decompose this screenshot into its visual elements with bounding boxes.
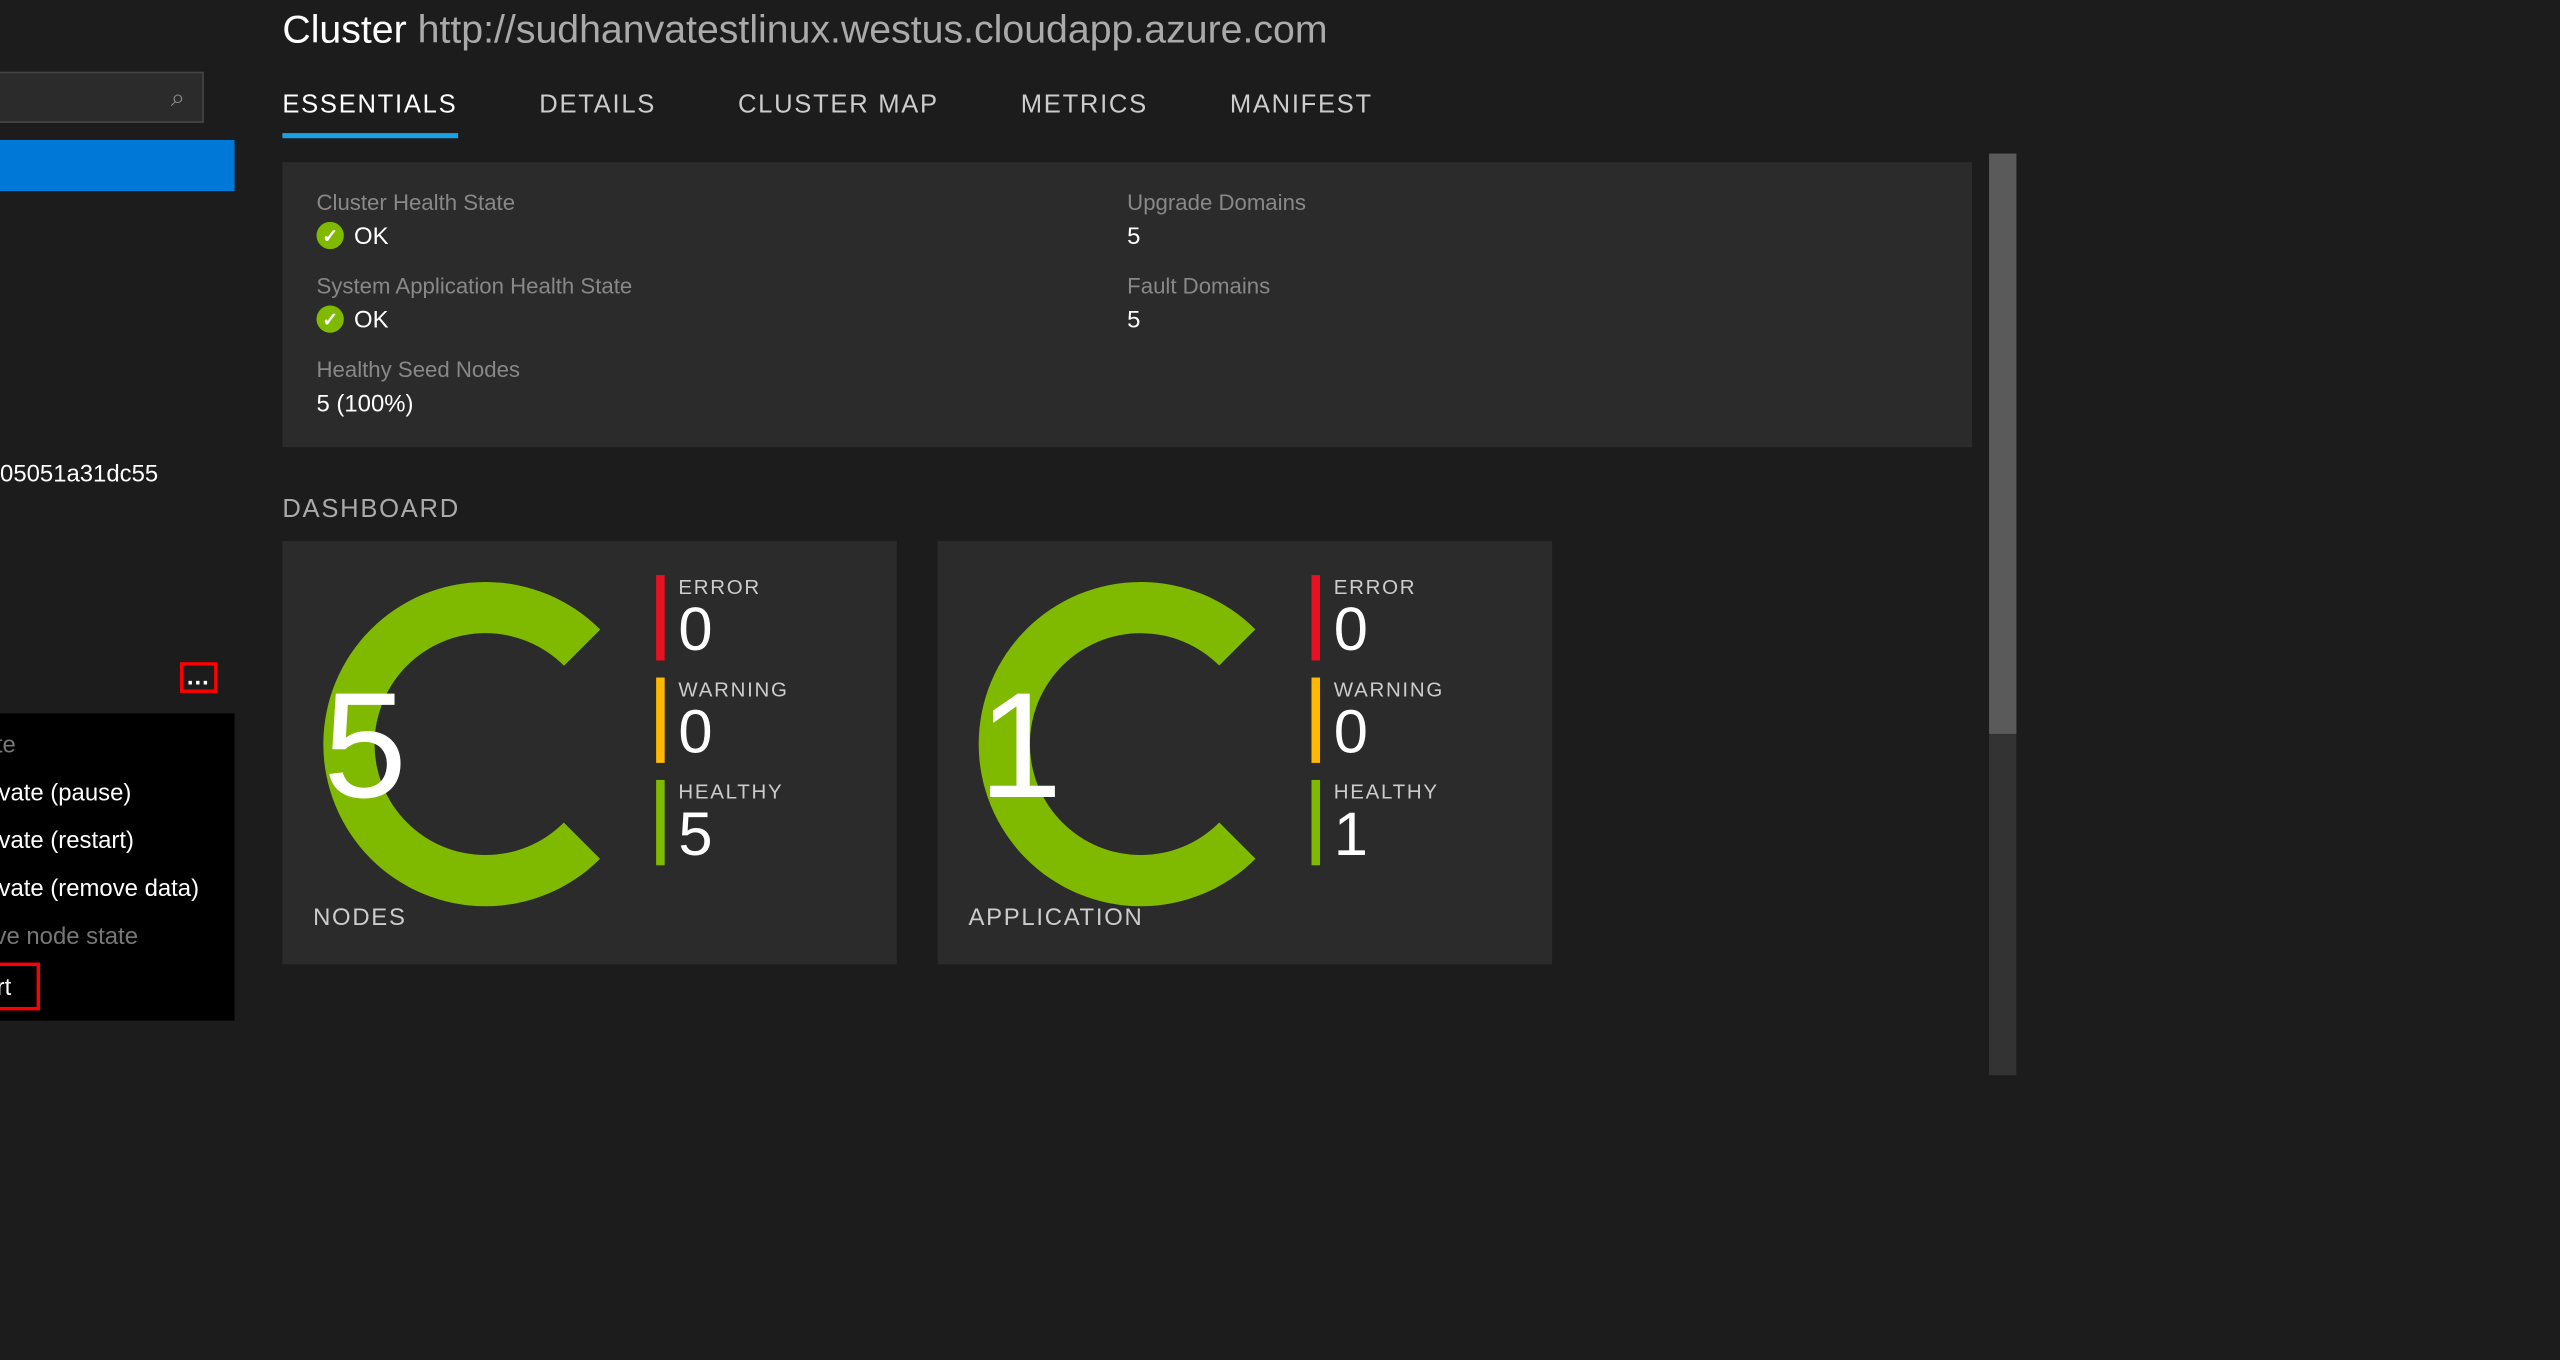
sidebar: ✓OK ▲Warning ✕Error ⌕ ∨Cluster ∨Applicat… xyxy=(0,0,235,1079)
ctx-deactivate-pause[interactable]: Deactivate (pause) xyxy=(0,768,235,816)
tab-details[interactable]: DETAILS xyxy=(539,90,656,138)
node-actions-button[interactable]: … xyxy=(180,662,218,693)
tree-nodetype1[interactable]: ∨_nodetype_1… xyxy=(0,652,235,703)
node-context-menu: Activate Deactivate (pause) Deactivate (… xyxy=(0,713,235,1020)
dashboard-card-applications: 1 APPLICATION ERROR0 WARNING0 HEALTHY1 xyxy=(938,541,1552,964)
tab-manifest[interactable]: MANIFEST xyxy=(1230,90,1373,138)
dashboard-card-nodes: 5 NODES ERROR0 WARNING0 HEALTHY5 xyxy=(282,541,896,964)
tree-applications[interactable]: ∨Applications xyxy=(0,191,235,242)
tree-replica-nodetype1[interactable]: ·_nodetype_1 xyxy=(0,498,235,549)
content-scrollbar[interactable] xyxy=(1989,154,2016,1076)
tree-azurevoteback[interactable]: ›fabric:/Voting/azurevoteback xyxy=(0,345,235,396)
tree-cluster[interactable]: ∨Cluster xyxy=(0,140,235,191)
tab-essentials[interactable]: ESSENTIALS xyxy=(282,90,457,138)
dashboard-title: DASHBOARD xyxy=(282,495,2030,524)
ctx-activate: Activate xyxy=(0,720,235,768)
essentials-panel: Cluster Health State ✓OK Upgrade Domains… xyxy=(282,162,1972,447)
search-cluster-input[interactable]: ⌕ xyxy=(0,72,204,123)
content-tabs: ESSENTIALS DETAILS CLUSTER MAP METRICS M… xyxy=(282,90,2030,138)
tab-metrics[interactable]: METRICS xyxy=(1021,90,1148,138)
tree-fabric-voting[interactable]: ∨fabric:/Voting xyxy=(0,294,235,345)
ctx-deactivate-remove[interactable]: Deactivate (remove data) xyxy=(0,864,235,912)
tree-partition-guid[interactable]: ∨49f9e4e1-a6d4-e54b-888f-05051a31dc55 xyxy=(0,447,235,498)
tree-nodetype0[interactable]: ›_nodetype_0 xyxy=(0,601,235,652)
ok-icon: ✓ xyxy=(316,305,343,332)
tree-azurevotefront[interactable]: ∨fabric:/Voting/azurevotefront xyxy=(0,396,235,447)
tree-votingtype[interactable]: ∨VotingType xyxy=(0,242,235,293)
content-pane: Cluster http://sudhanvatestlinux.westus.… xyxy=(235,0,2030,1079)
tree-nodes[interactable]: ∨Nodes xyxy=(0,550,235,601)
tab-cluster-map[interactable]: CLUSTER MAP xyxy=(738,90,939,138)
ctx-remove-state: Remove node state xyxy=(0,911,235,959)
search-icon: ⌕ xyxy=(171,83,185,112)
ctx-deactivate-restart[interactable]: Deactivate (restart) xyxy=(0,816,235,864)
ctx-restart[interactable]: Restart xyxy=(0,963,40,1011)
ok-icon: ✓ xyxy=(316,222,343,249)
page-title: Cluster http://sudhanvatestlinux.westus.… xyxy=(282,7,2030,53)
